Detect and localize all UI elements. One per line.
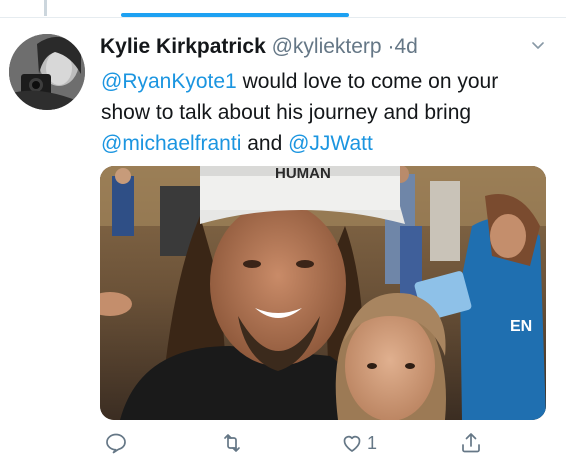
- mention-link[interactable]: @RyanKyote1: [101, 70, 237, 93]
- heart-icon: [343, 435, 361, 452]
- timestamp[interactable]: 4d: [394, 35, 417, 58]
- avatar-image: [9, 34, 85, 110]
- tweet-photo[interactable]: EN HUMAN: [100, 166, 546, 420]
- share-icon: [462, 433, 480, 453]
- divider: [0, 17, 566, 18]
- tweet-text: @RyanKyote1 would love to come on your s…: [101, 66, 551, 159]
- hat-text: HUMAN: [275, 166, 331, 182]
- author-name[interactable]: Kylie Kirkpatrick: [100, 35, 266, 58]
- shirt-text: EN: [510, 318, 532, 335]
- thread-line: [44, 0, 47, 16]
- reply-button[interactable]: [104, 428, 128, 458]
- retweet-button[interactable]: [220, 428, 244, 458]
- like-count: 1: [367, 432, 378, 453]
- like-button[interactable]: 1: [340, 428, 377, 458]
- share-button[interactable]: [459, 428, 483, 458]
- photo-image: EN HUMAN: [100, 166, 546, 420]
- avatar[interactable]: [9, 34, 85, 110]
- mention-link[interactable]: @JJWatt: [288, 132, 373, 155]
- reply-icon: [106, 433, 126, 454]
- retweet-icon: [224, 434, 240, 452]
- tweet-page: Kylie Kirkpatrick @kyliekterp ·4d @RyanK…: [0, 0, 566, 467]
- mention-link[interactable]: @michaelfranti: [101, 132, 241, 155]
- tweet-text-segment: and: [241, 132, 289, 155]
- author-handle[interactable]: @kyliekterp: [272, 35, 382, 58]
- active-tab-indicator: [121, 13, 349, 17]
- tweet-actions: 1: [0, 428, 566, 462]
- tweet-header: Kylie Kirkpatrick @kyliekterp ·4d: [100, 33, 418, 61]
- chevron-down-icon[interactable]: [532, 42, 544, 50]
